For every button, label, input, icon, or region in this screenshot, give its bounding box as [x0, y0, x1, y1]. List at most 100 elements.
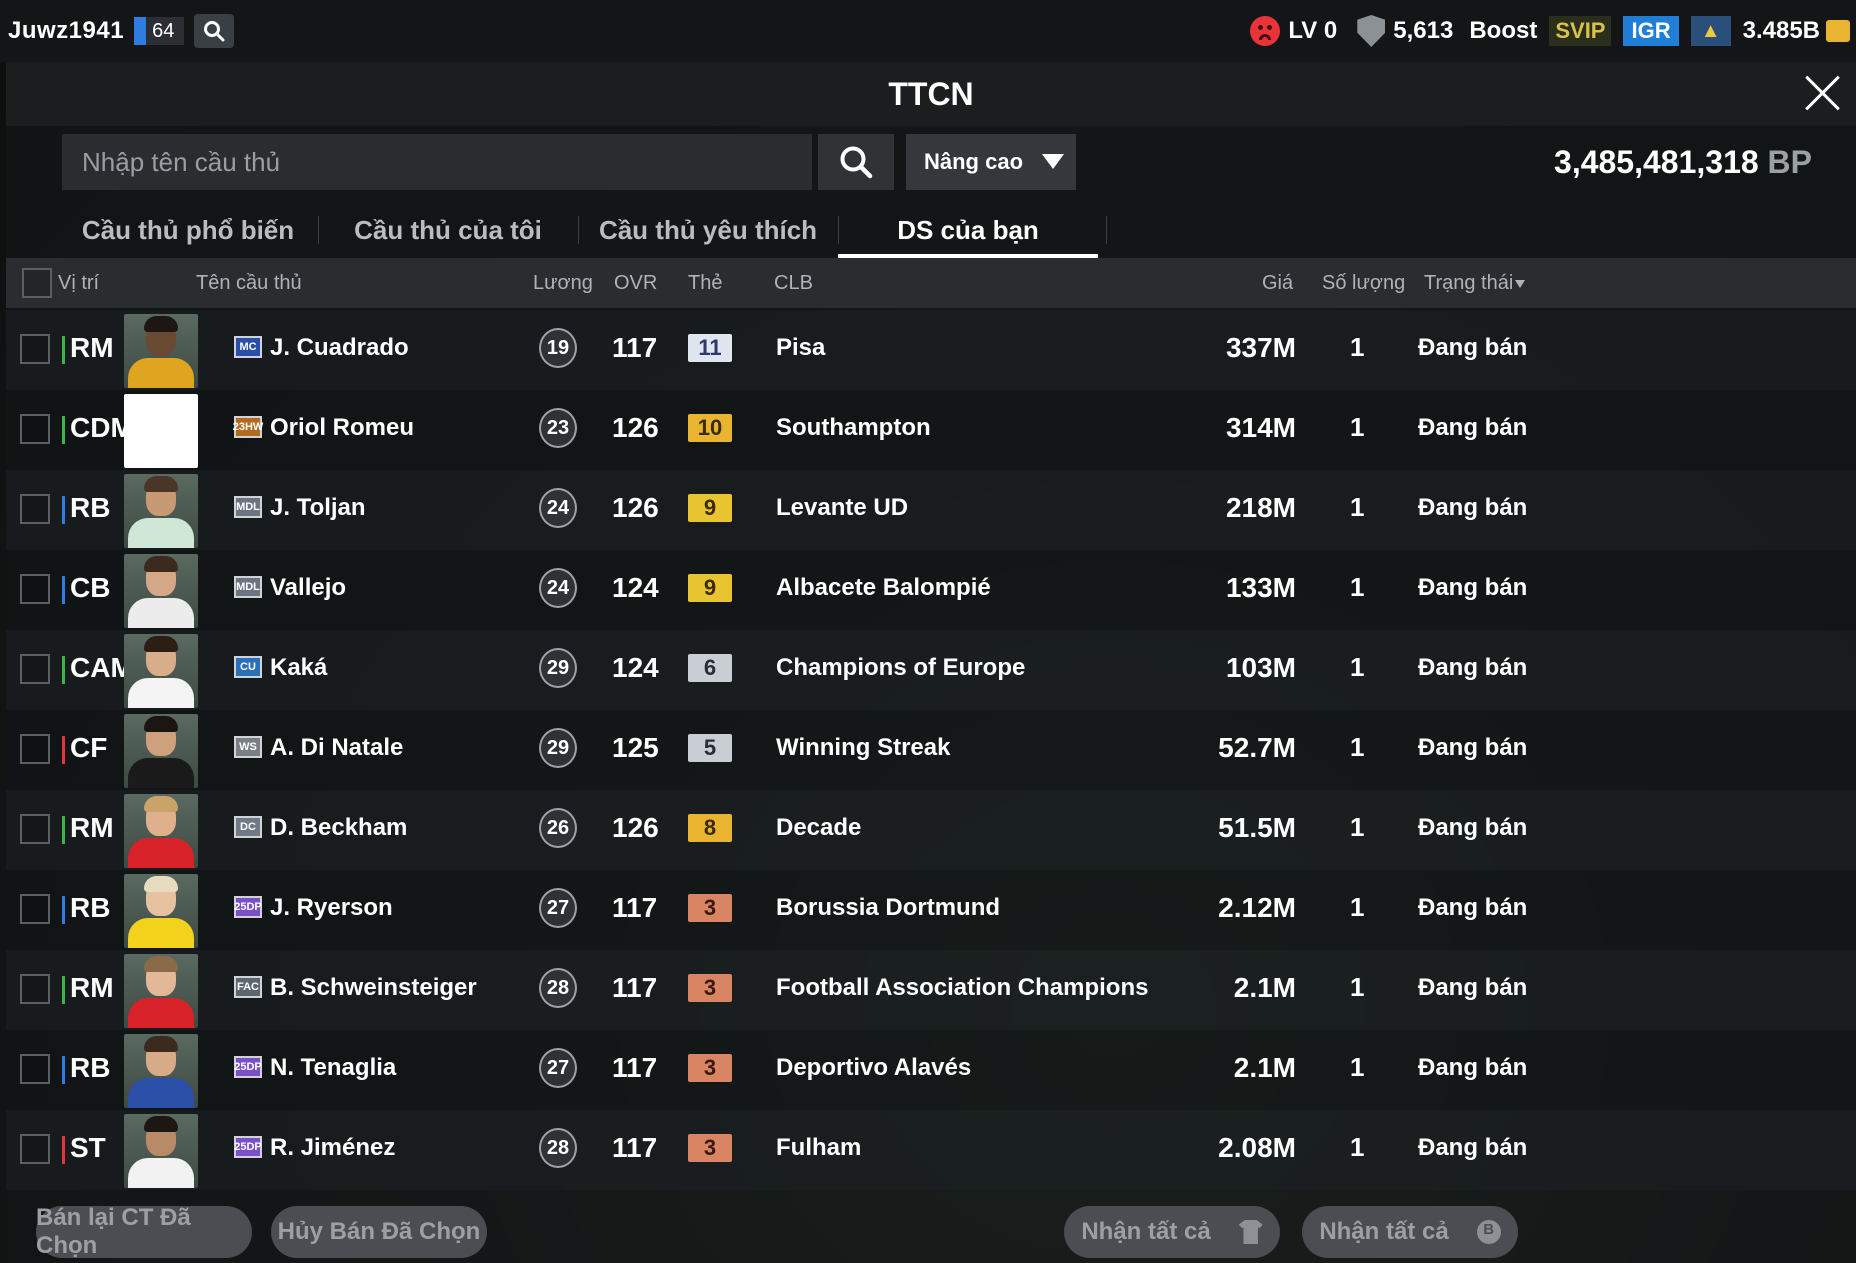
- tab-label: Cầu thủ yêu thích: [598, 214, 818, 245]
- player-avatar[interactable]: [124, 1034, 198, 1108]
- row-checkbox[interactable]: [20, 894, 50, 924]
- player-name[interactable]: Vallejo: [270, 574, 346, 602]
- player-avatar[interactable]: [124, 554, 198, 628]
- player-avatar[interactable]: [124, 954, 198, 1028]
- header-price[interactable]: Giá: [1262, 272, 1293, 295]
- row-checkbox[interactable]: [20, 334, 50, 364]
- row-checkbox[interactable]: [20, 974, 50, 1004]
- listing-price: 103M: [1225, 652, 1296, 683]
- table-row[interactable]: RB 25DP N. Tenaglia 27 117 3 Deportivo Alavés 2…: [6, 1030, 1856, 1110]
- player-name[interactable]: N. Tenaglia: [270, 1054, 396, 1082]
- row-checkbox[interactable]: [20, 414, 50, 444]
- listing-price: 2.1M: [1233, 972, 1296, 1003]
- igr-badge[interactable]: IGR: [1623, 16, 1679, 46]
- upgrade-grade-badge: 3: [688, 1054, 732, 1082]
- table-row[interactable]: RB MDL J. Toljan 24 126 9 Levante UD 218M 1 Đang …: [6, 470, 1856, 550]
- tab-bar: Cầu thủ phổ biến Cầu thủ của tôi Cầu thủ…: [58, 202, 1108, 258]
- player-avatar[interactable]: [124, 474, 198, 548]
- header-status-sort[interactable]: Trạng thái: [1424, 272, 1526, 295]
- row-checkbox[interactable]: [20, 1134, 50, 1164]
- player-club: Winning Streak: [776, 734, 951, 761]
- receive-all-players-button[interactable]: Nhận tất cả: [1064, 1206, 1280, 1258]
- player-ovr: 117: [612, 972, 658, 1003]
- upgrade-grade-badge: 3: [688, 974, 732, 1002]
- boost-label[interactable]: Boost: [1469, 17, 1537, 45]
- table-row[interactable]: RM DC D. Beckham 26 126 8 Decade 51.5M 1 Đang bán: [6, 790, 1856, 870]
- player-avatar[interactable]: [124, 634, 198, 708]
- avatar-shirt: [128, 678, 194, 708]
- tab-favorite-players[interactable]: Cầu thủ yêu thích: [578, 202, 838, 258]
- table-row[interactable]: RB 25DP J. Ryerson 27 117 3 Borussia Dortmund 2…: [6, 870, 1856, 950]
- table-row[interactable]: CAM CU Kaká 29 124 6 Champions of Europe 103M 1 Đ…: [6, 630, 1856, 710]
- player-avatar[interactable]: [124, 1114, 198, 1188]
- table-row[interactable]: RM FAC B. Schweinsteiger 28 117 3 Football Ass…: [6, 950, 1856, 1030]
- header-ovr[interactable]: OVR: [614, 272, 657, 295]
- header-club[interactable]: CLB: [774, 272, 813, 295]
- tab-popular-players[interactable]: Cầu thủ phổ biến: [58, 202, 318, 258]
- player-name[interactable]: B. Schweinsteiger: [270, 974, 477, 1002]
- advanced-filter-dropdown[interactable]: Nâng cao: [906, 134, 1076, 190]
- table-row[interactable]: CDM 23HW Oriol Romeu 23 126 10 Southampton 314M…: [6, 390, 1856, 470]
- row-checkbox[interactable]: [20, 574, 50, 604]
- close-icon[interactable]: [1802, 72, 1842, 112]
- player-avatar[interactable]: [124, 714, 198, 788]
- avatar-hair: [144, 636, 178, 652]
- resell-selected-button[interactable]: Bán lại CT Đã Chọn: [36, 1204, 252, 1259]
- avatar-shirt: [128, 358, 194, 388]
- player-avatar[interactable]: [124, 794, 198, 868]
- player-name[interactable]: D. Beckham: [270, 814, 407, 842]
- player-wage: 27: [539, 1048, 577, 1088]
- bp-unit: BP: [1767, 144, 1812, 180]
- header-name[interactable]: Tên cầu thủ: [196, 272, 302, 295]
- header-position[interactable]: Vị trí: [58, 272, 99, 295]
- lv-indicator[interactable]: LV 0: [1250, 16, 1337, 46]
- header-quantity[interactable]: Số lượng: [1322, 272, 1405, 295]
- top-search-button[interactable]: [194, 14, 235, 48]
- upgrade-grade-badge: 10: [688, 414, 732, 442]
- row-checkbox[interactable]: [20, 1054, 50, 1084]
- row-checkbox[interactable]: [20, 494, 50, 524]
- player-name[interactable]: J. Ryerson: [270, 894, 393, 922]
- player-name[interactable]: A. Di Natale: [270, 734, 403, 762]
- player-wage: 24: [539, 488, 577, 528]
- header-wage[interactable]: Lương: [533, 272, 593, 295]
- table-row[interactable]: ST 25DP R. Jiménez 28 117 3 Fulham 2.08M 1 Đang b…: [6, 1110, 1856, 1190]
- receive-all-bp-button[interactable]: Nhận tất cả: [1302, 1206, 1518, 1258]
- select-all-checkbox[interactable]: [22, 268, 52, 298]
- player-wage: 19: [539, 328, 577, 368]
- player-avatar[interactable]: [124, 314, 198, 388]
- tab-your-listings[interactable]: DS của bạn: [838, 202, 1098, 258]
- avatar-shirt: [128, 998, 194, 1028]
- player-avatar[interactable]: [124, 394, 198, 468]
- header-grade[interactable]: Thẻ: [688, 272, 722, 295]
- listing-quantity: 1: [1350, 572, 1365, 602]
- listing-quantity: 1: [1350, 412, 1365, 442]
- row-checkbox[interactable]: [20, 734, 50, 764]
- arrow-up-icon[interactable]: ▲: [1690, 16, 1731, 46]
- player-name[interactable]: R. Jiménez: [270, 1134, 395, 1162]
- player-ovr: 126: [612, 412, 659, 443]
- cancel-selected-button[interactable]: Hủy Bán Đã Chọn: [271, 1206, 487, 1258]
- player-ovr: 117: [612, 1132, 658, 1163]
- username[interactable]: Juwz1941: [8, 17, 124, 45]
- player-name[interactable]: J. Cuadrado: [270, 334, 409, 362]
- shield-indicator[interactable]: 5,613: [1357, 15, 1453, 47]
- upgrade-grade-badge: 9: [688, 574, 732, 602]
- row-checkbox[interactable]: [20, 654, 50, 684]
- table-row[interactable]: RM MC J. Cuadrado 19 117 11 Pisa 337M 1 Đang bán: [6, 310, 1856, 390]
- receive-all-players-label: Nhận tất cả: [1081, 1218, 1211, 1245]
- player-name[interactable]: Oriol Romeu: [270, 414, 414, 442]
- transfer-market-panel: TTCN Nâng cao 3,485,481,318 BP Cầu thủ p…: [6, 62, 1856, 1263]
- svip-badge[interactable]: SVIP: [1549, 16, 1612, 46]
- tab-my-players[interactable]: Cầu thủ của tôi: [318, 202, 578, 258]
- table-row[interactable]: CF WS A. Di Natale 29 125 5 Winning Streak 52.7…: [6, 710, 1856, 790]
- search-button[interactable]: [818, 134, 894, 190]
- listing-price: 51.5M: [1218, 812, 1296, 843]
- player-name[interactable]: Kaká: [270, 654, 327, 682]
- player-name[interactable]: J. Toljan: [270, 494, 366, 522]
- coin-balance[interactable]: 3.485B: [1743, 17, 1850, 45]
- player-search-input[interactable]: [62, 134, 812, 190]
- row-checkbox[interactable]: [20, 814, 50, 844]
- player-avatar[interactable]: [124, 874, 198, 948]
- table-row[interactable]: CB MDL Vallejo 24 124 9 Albacete Balompié 133M 1…: [6, 550, 1856, 630]
